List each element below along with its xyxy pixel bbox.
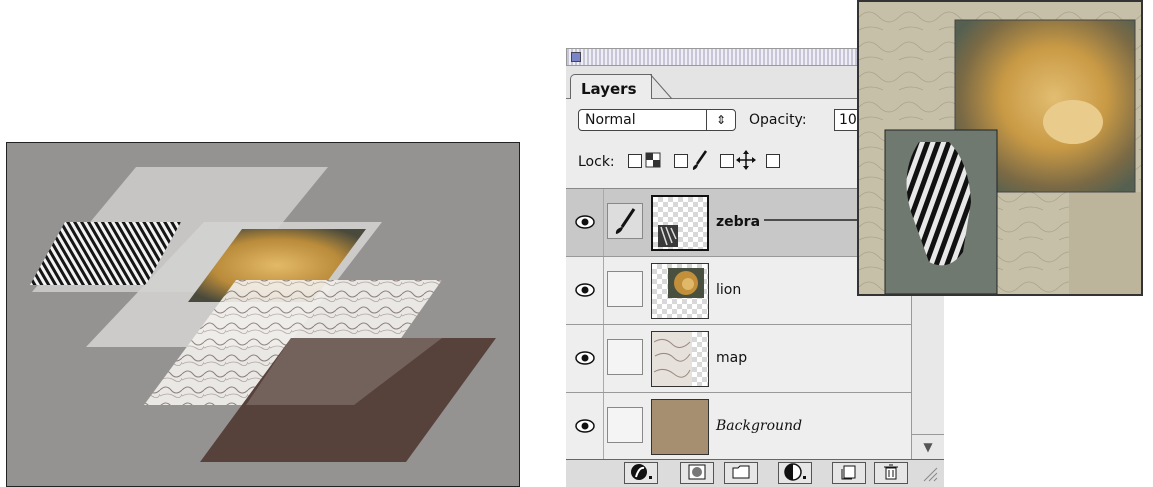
layer-name-zebra: zebra (716, 214, 761, 230)
tab-layers-label: Layers (581, 80, 637, 98)
folder-icon (732, 465, 750, 479)
link-cell[interactable] (607, 271, 643, 307)
visibility-toggle[interactable] (566, 189, 604, 256)
resize-grip-icon[interactable] (922, 466, 938, 482)
lock-label: Lock: (578, 154, 615, 170)
link-cell[interactable] (607, 407, 643, 443)
layer-style-icon (631, 464, 652, 480)
lion-face (1043, 100, 1103, 144)
eye-icon (575, 215, 595, 229)
new-layer-icon (841, 465, 856, 480)
layer-thumbnail-lion (651, 263, 709, 319)
new-layer-button[interactable] (832, 462, 866, 484)
eye-icon (575, 283, 595, 297)
blend-mode-value: Normal (585, 112, 636, 128)
delete-layer-button[interactable] (874, 462, 908, 484)
scroll-down-arrow-icon[interactable]: ▼ (912, 434, 944, 459)
lock-position-checkbox[interactable] (720, 154, 734, 168)
opacity-label: Opacity: (749, 112, 807, 128)
tab-slant-icon (650, 74, 673, 100)
lion-thumbnail-image (668, 268, 704, 298)
layer-thumbnail-background (651, 399, 709, 455)
updown-arrow-icon: ⇕ (706, 110, 735, 130)
lock-transparency-checkbox[interactable] (628, 154, 642, 168)
zebra-thumbnail-image (658, 225, 678, 247)
layer-name-lion: lion (716, 282, 742, 298)
eye-icon (575, 351, 595, 365)
trash-icon (884, 464, 898, 480)
palette-bottom-bar (566, 459, 944, 487)
adjustment-layer-icon (784, 463, 806, 481)
eye-icon (575, 419, 595, 433)
transparency-icon (645, 152, 661, 168)
move-icon (736, 150, 756, 170)
composite-image (857, 0, 1143, 296)
layer-thumbnail-map (651, 331, 709, 387)
map-thumbnail-image (652, 332, 692, 386)
paintbrush-icon (615, 208, 636, 234)
add-mask-icon (688, 464, 706, 480)
layer-name-map: map (716, 350, 748, 366)
lock-image-checkbox[interactable] (674, 154, 688, 168)
layer-row-background[interactable]: Background (566, 393, 911, 461)
visibility-toggle[interactable] (566, 393, 604, 460)
link-cell[interactable] (607, 203, 643, 239)
composite-svg (859, 2, 1141, 294)
paintbrush-icon (692, 150, 708, 170)
lock-all-checkbox[interactable] (766, 154, 780, 168)
tab-layers[interactable]: Layers (570, 74, 652, 100)
add-mask-button[interactable] (680, 462, 714, 484)
visibility-toggle[interactable] (566, 325, 604, 392)
adjustment-layer-button[interactable] (778, 462, 812, 484)
layer-name-background: Background (716, 418, 803, 434)
layer-style-button[interactable] (624, 462, 658, 484)
layer-thumbnail-zebra (651, 195, 709, 251)
blend-mode-select[interactable]: Normal ⇕ (578, 109, 736, 131)
layer-stack-illustration (6, 142, 520, 487)
stack-svg (6, 142, 520, 487)
visibility-toggle[interactable] (566, 257, 604, 324)
link-cell[interactable] (607, 339, 643, 375)
background-color-area (1069, 192, 1141, 294)
layer-row-map[interactable]: map (566, 325, 911, 393)
close-box-icon[interactable] (571, 52, 581, 62)
new-layer-set-button[interactable] (724, 462, 758, 484)
